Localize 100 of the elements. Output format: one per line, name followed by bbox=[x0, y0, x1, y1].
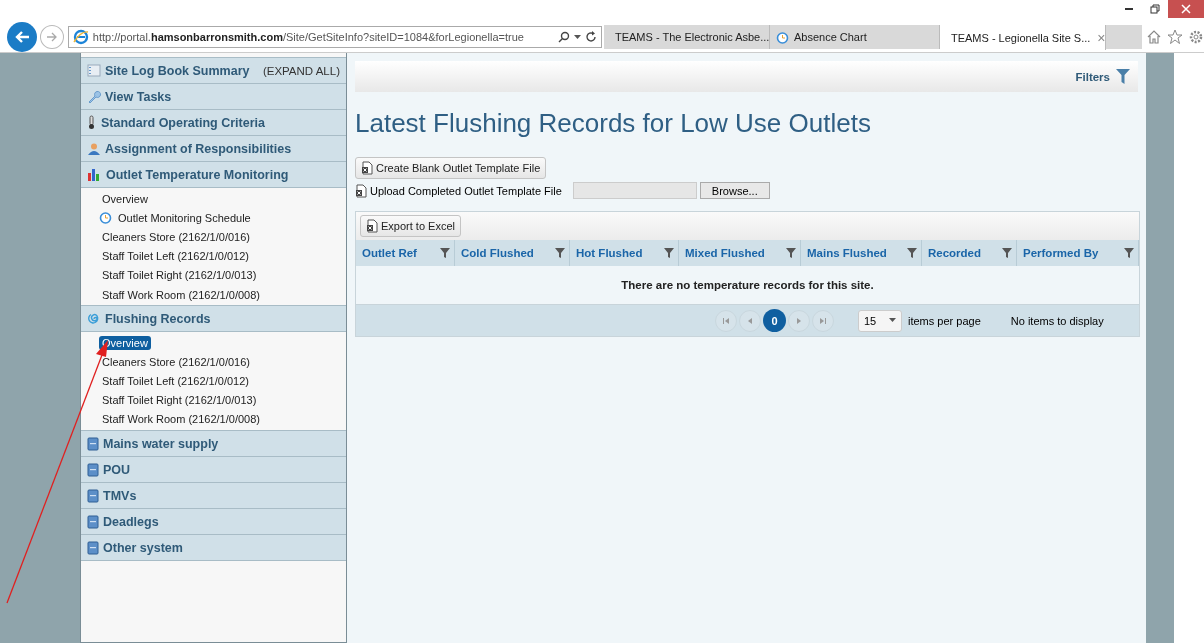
section-title: Mains water supply bbox=[103, 436, 220, 451]
book-icon bbox=[87, 540, 99, 555]
nav-item[interactable]: Overview bbox=[99, 335, 151, 350]
column-header[interactable]: Performed By bbox=[1017, 240, 1139, 266]
list-icon bbox=[87, 64, 101, 77]
thermometer-icon bbox=[87, 115, 97, 130]
back-button[interactable] bbox=[7, 22, 37, 52]
browse-button[interactable]: Browse... bbox=[699, 182, 770, 199]
close-button[interactable] bbox=[1168, 0, 1204, 18]
section-header[interactable]: Standard Operating Criteria bbox=[81, 109, 346, 136]
close-icon bbox=[1181, 4, 1191, 14]
person-icon bbox=[87, 141, 101, 156]
browser-e-icon bbox=[72, 29, 89, 45]
nav-item[interactable]: Cleaners Store (2162/1/0/016) bbox=[99, 354, 253, 369]
nav-item[interactable]: Staff Work Room (2162/1/0/008) bbox=[99, 287, 263, 302]
current-page[interactable]: 0 bbox=[763, 309, 786, 332]
page-title: Latest Flushing Records for Low Use Outlets bbox=[355, 108, 872, 139]
last-page-button[interactable] bbox=[812, 309, 834, 332]
nav-item[interactable]: Cleaners Store (2162/1/0/016) bbox=[99, 229, 253, 244]
previous-page-button[interactable] bbox=[739, 309, 761, 332]
wrench-icon bbox=[87, 89, 101, 104]
nav-item[interactable]: Staff Toilet Left (2162/1/0/012) bbox=[99, 374, 252, 389]
filters-link[interactable]: Filters bbox=[1075, 70, 1110, 83]
tab-title: TEAMS - Legionella Site S... bbox=[950, 31, 1091, 44]
section-title: Assignment of Responsibilities bbox=[105, 141, 293, 156]
section-title: TMVs bbox=[103, 488, 138, 503]
page-size-dropdown[interactable]: 15 bbox=[858, 309, 902, 332]
column-header[interactable]: Mains Flushed bbox=[801, 240, 922, 266]
nav-item[interactable]: Outlet Monitoring Schedule bbox=[115, 210, 254, 225]
column-title: Mixed Flushed bbox=[685, 247, 765, 259]
home-icon bbox=[1146, 29, 1162, 45]
column-title: Cold Flushed bbox=[461, 247, 534, 259]
spreadsheet-icon bbox=[361, 161, 373, 175]
nav-item[interactable]: Staff Toilet Right (2162/1/0/013) bbox=[99, 393, 260, 408]
section-header[interactable]: Other system bbox=[81, 534, 346, 562]
file-path-field[interactable] bbox=[572, 182, 697, 199]
forward-arrow-icon bbox=[45, 32, 58, 42]
filter-icon bbox=[1124, 248, 1134, 258]
filter-icon bbox=[907, 248, 917, 258]
last-page-icon bbox=[819, 316, 827, 325]
section-header[interactable]: Mains water supply bbox=[81, 430, 346, 458]
spreadsheet-icon bbox=[355, 183, 367, 198]
nav-item[interactable]: Staff Work Room (2162/1/0/008) bbox=[99, 412, 263, 427]
section-header[interactable]: Flushing Records bbox=[81, 305, 346, 333]
export-excel-button[interactable]: Export to Excel bbox=[360, 215, 461, 237]
column-header[interactable]: Hot Flushed bbox=[570, 240, 679, 266]
first-page-button[interactable] bbox=[715, 309, 737, 332]
nav-item[interactable]: Staff Toilet Right (2162/1/0/013) bbox=[99, 268, 260, 283]
column-header[interactable]: Outlet Ref bbox=[356, 240, 455, 266]
nav-item[interactable]: Overview bbox=[99, 191, 151, 206]
section-header[interactable]: Assignment of Responsibilities bbox=[81, 135, 346, 162]
expand-all-link[interactable]: (EXPAND ALL) bbox=[262, 64, 340, 77]
nav-item[interactable]: Staff Toilet Left (2162/1/0/012) bbox=[99, 249, 252, 264]
section-title: POU bbox=[103, 462, 132, 477]
tab-title: TEAMS - The Electronic Asbe... bbox=[614, 31, 770, 43]
filter-icon bbox=[1116, 69, 1130, 84]
tab-close-button[interactable]: × bbox=[1097, 29, 1106, 46]
section-header[interactable]: Site Log Book Summary (EXPAND ALL) bbox=[81, 57, 346, 84]
section-title: Standard Operating Criteria bbox=[101, 115, 266, 130]
dropdown-caret-icon bbox=[573, 34, 581, 40]
column-header[interactable]: Recorded bbox=[922, 240, 1017, 266]
filter-icon bbox=[555, 248, 565, 258]
address-bar[interactable]: http://portal.hamsonbarronsmith.com/Site/GetSiteInfo?siteID=1084&forLegionella=true bbox=[67, 26, 602, 48]
star-icon bbox=[1167, 29, 1183, 45]
settings-icon bbox=[1188, 29, 1204, 45]
section-header[interactable]: Outlet Temperature Monitoring bbox=[81, 161, 346, 188]
url-text: http://portal.hamsonbarronsmith.com/Site/GetSiteInfo?siteID=1084&forLegionella=true bbox=[92, 31, 525, 43]
first-page-icon bbox=[722, 316, 730, 325]
alarm-clock-icon bbox=[99, 211, 112, 225]
section-title: Other system bbox=[103, 540, 184, 555]
items-per-page-label: items per page bbox=[908, 314, 981, 327]
section-title: Site Log Book Summary bbox=[105, 63, 251, 78]
book-icon bbox=[87, 488, 99, 503]
column-title: Mains Flushed bbox=[807, 247, 887, 259]
column-title: Recorded bbox=[928, 247, 982, 259]
section-title: Outlet Temperature Monitoring bbox=[106, 167, 290, 182]
book-icon bbox=[87, 462, 99, 477]
upload-label: Upload Completed Outlet Template File bbox=[370, 184, 562, 197]
section-header[interactable]: View Tasks bbox=[81, 83, 346, 110]
column-title: Performed By bbox=[1023, 247, 1099, 259]
section-header[interactable]: TMVs bbox=[81, 482, 346, 510]
section-header[interactable]: Deadlegs bbox=[81, 508, 346, 536]
tab-title: Absence Chart bbox=[793, 31, 867, 43]
section-title: Deadlegs bbox=[103, 514, 160, 529]
next-page-button[interactable] bbox=[788, 309, 810, 332]
column-header[interactable]: Cold Flushed bbox=[455, 240, 570, 266]
alarm-clock-icon bbox=[775, 30, 789, 44]
swirl-icon bbox=[87, 311, 101, 326]
dropdown-caret-icon bbox=[889, 318, 896, 323]
filter-icon bbox=[440, 248, 450, 258]
search-icon bbox=[557, 31, 570, 43]
section-header[interactable]: POU bbox=[81, 456, 346, 484]
minimize-icon bbox=[1125, 8, 1133, 10]
pager-status: No items to display bbox=[1010, 314, 1104, 327]
restore-icon bbox=[1150, 4, 1160, 14]
browser-tab[interactable]: TEAMS - Legionella Site S... × bbox=[939, 25, 1106, 50]
create-template-button[interactable]: Create Blank Outlet Template File bbox=[355, 157, 547, 179]
next-page-icon bbox=[795, 316, 803, 325]
book-icon bbox=[87, 514, 99, 529]
column-header[interactable]: Mixed Flushed bbox=[679, 240, 801, 266]
